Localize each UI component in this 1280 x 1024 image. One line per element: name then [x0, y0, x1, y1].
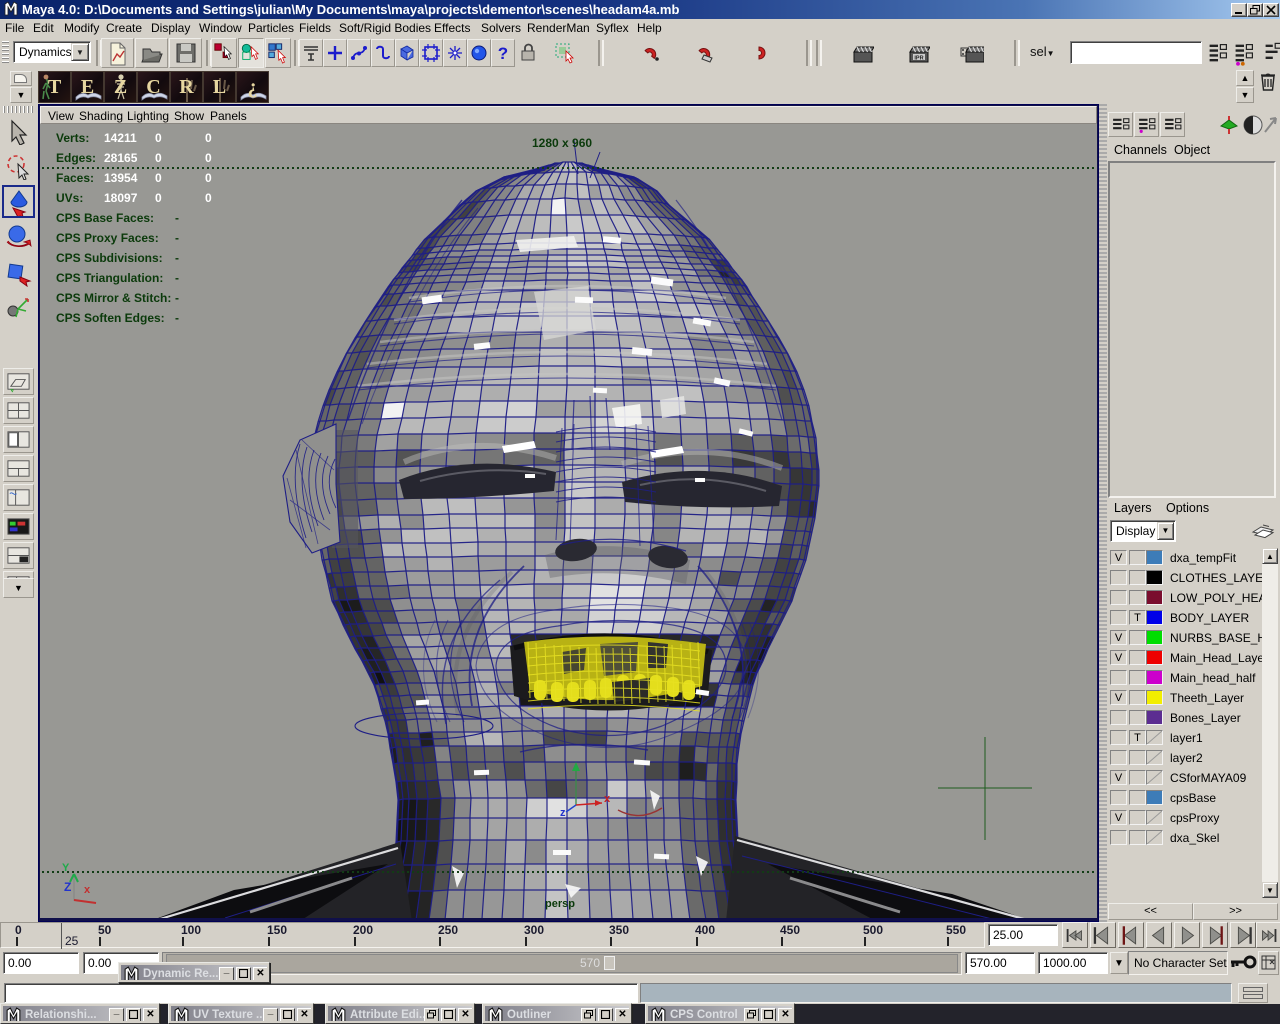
svg-text:?: ? — [498, 44, 508, 63]
svg-text:x: x — [604, 793, 611, 805]
svg-text:z: z — [560, 807, 566, 819]
svg-text:IPR: IPR — [914, 56, 923, 62]
